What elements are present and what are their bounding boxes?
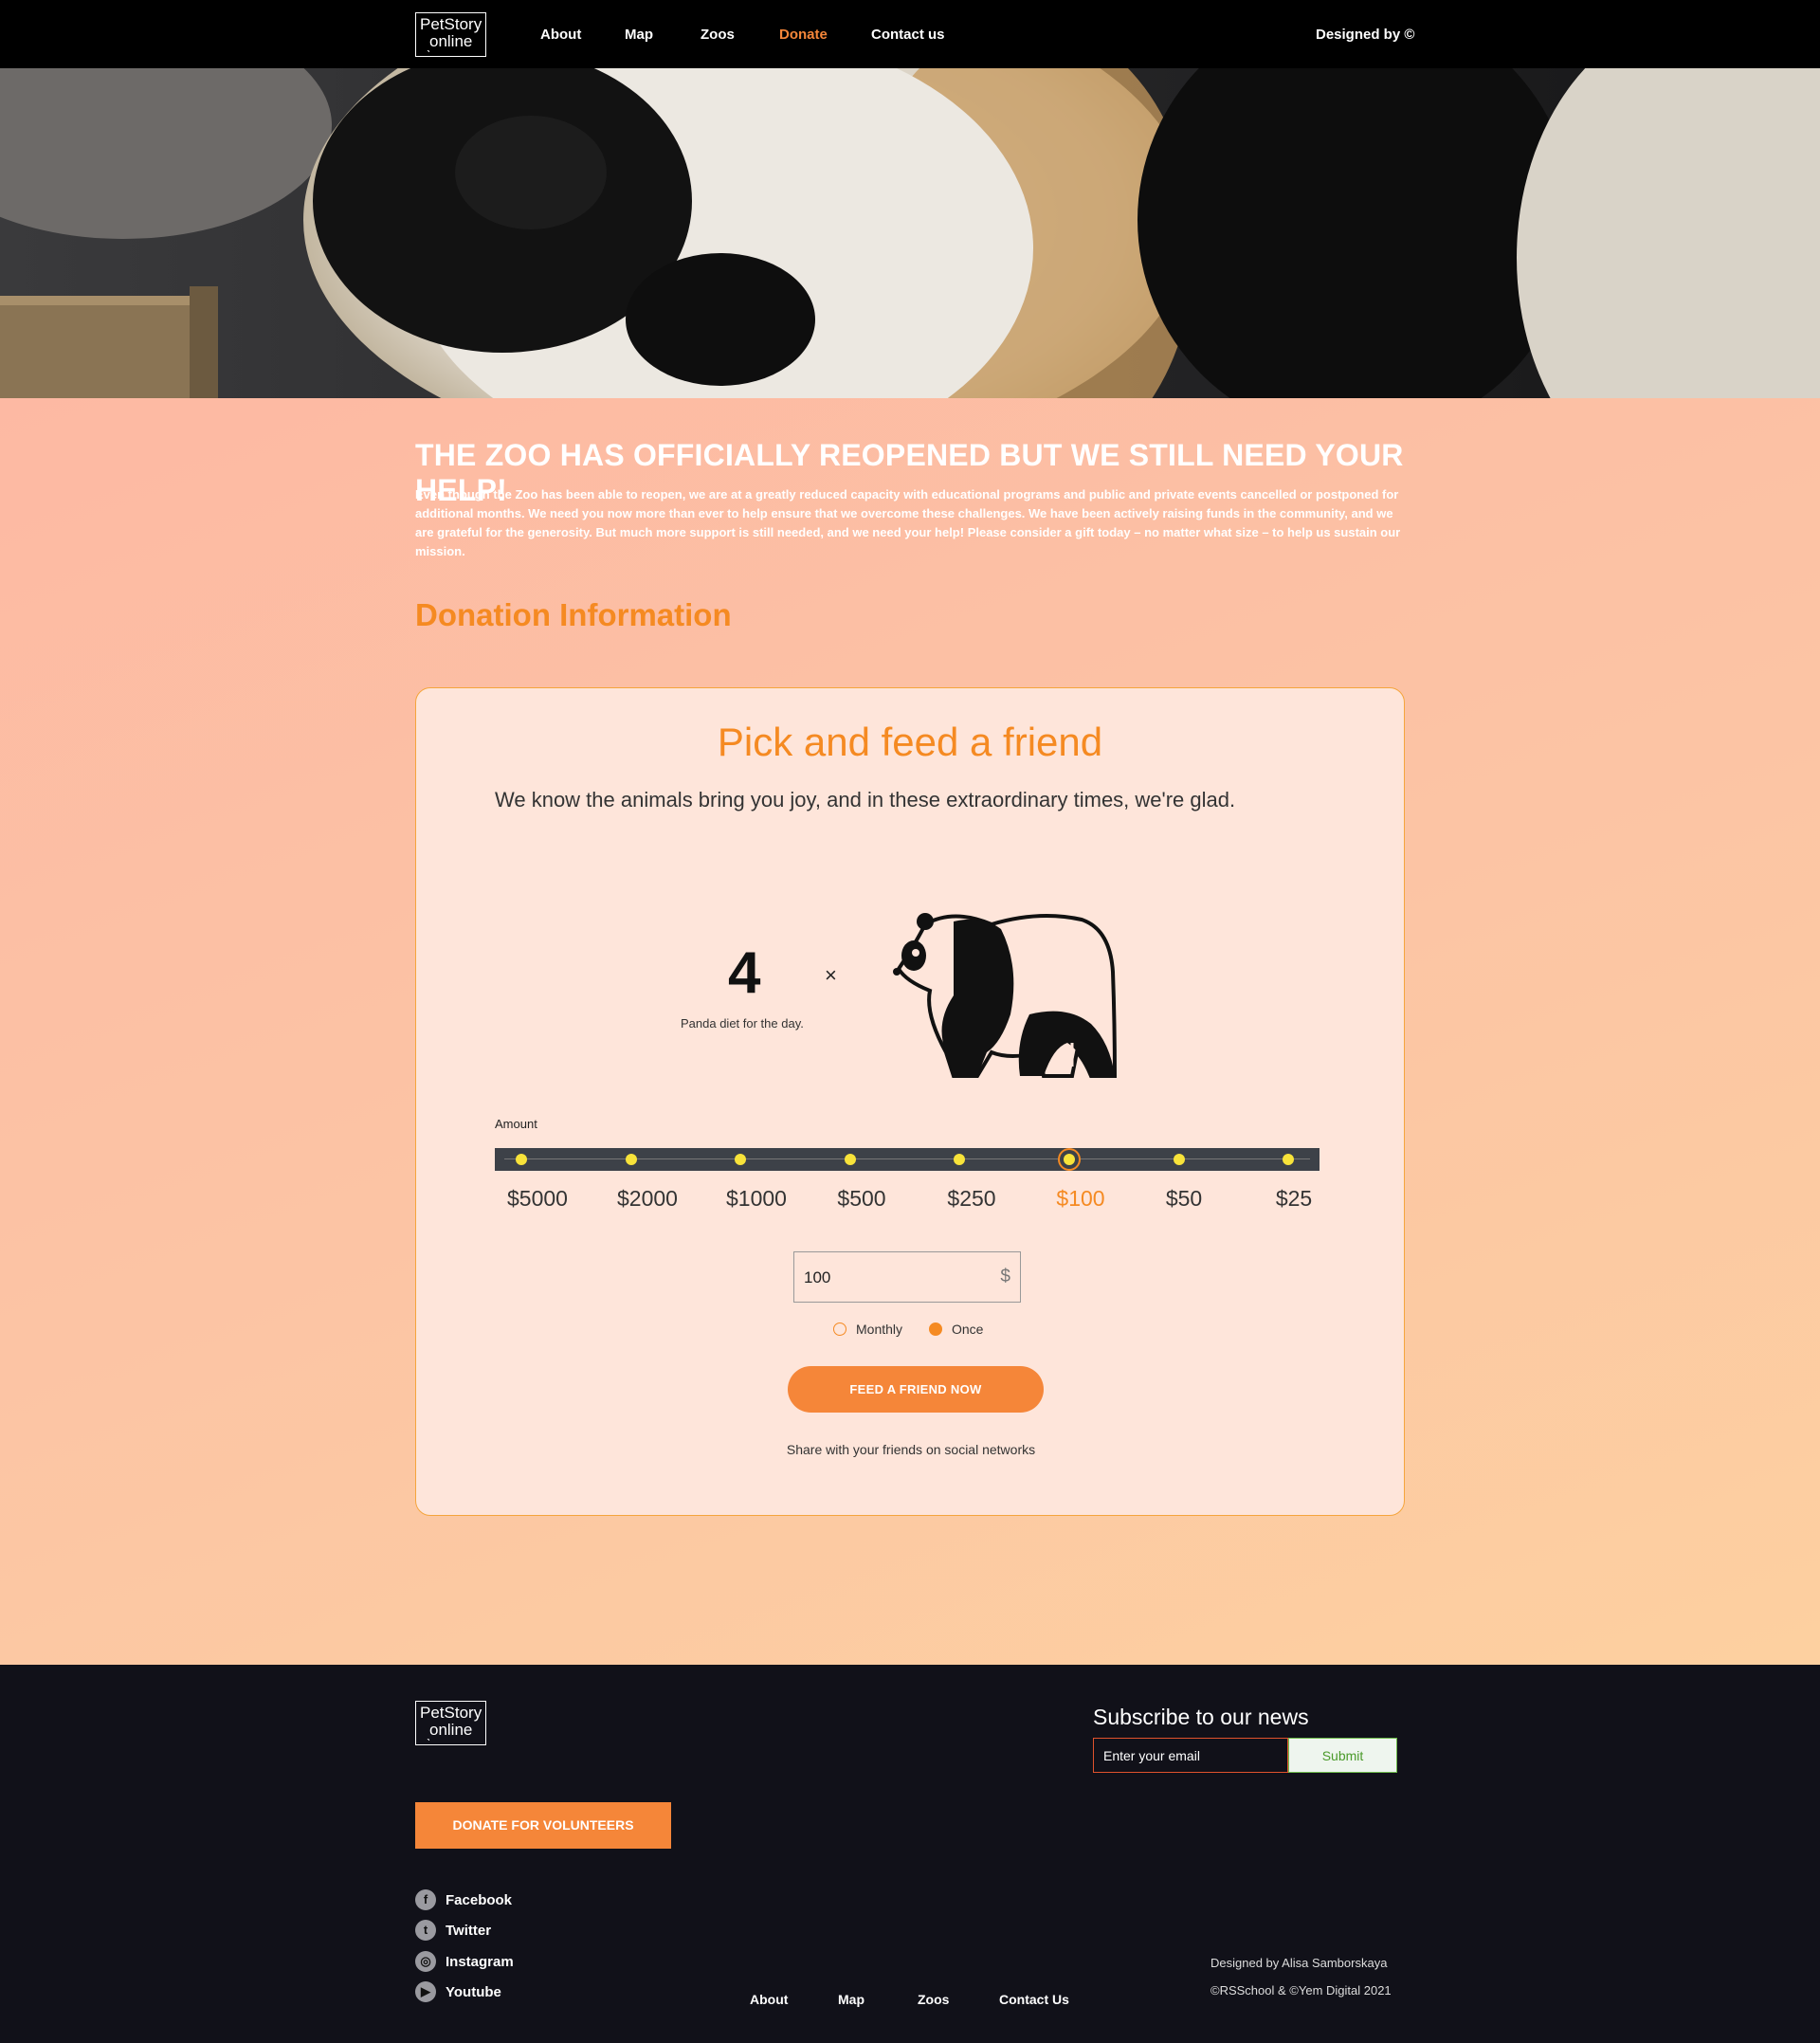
slider-dot-2000[interactable]	[626, 1154, 637, 1165]
social-instagram[interactable]: ◎ Instagram	[415, 1951, 514, 1972]
currency-icon: $	[1000, 1267, 1010, 1286]
paw-icon: ˎ	[427, 37, 431, 52]
slider-dot-1000[interactable]	[735, 1154, 746, 1165]
footer-nav-map[interactable]: Map	[838, 1992, 864, 2007]
copyright: ©RSSchool & ©Yem Digital 2021	[1210, 1983, 1392, 1997]
nav-about[interactable]: About	[540, 27, 581, 43]
amount-slider[interactable]	[495, 1148, 1320, 1171]
amount-option-50[interactable]: $50	[1166, 1186, 1202, 1212]
instagram-icon: ◎	[415, 1951, 436, 1972]
footer-nav-about[interactable]: About	[750, 1992, 788, 2007]
donation-card: Pick and feed a friend We know the anima…	[415, 687, 1405, 1516]
nav-map[interactable]: Map	[625, 27, 653, 43]
footer-nav-contact[interactable]: Contact Us	[999, 1992, 1069, 2007]
amount-option-1000[interactable]: $1000	[726, 1186, 787, 1212]
social-youtube-label: Youtube	[446, 1983, 501, 2000]
social-twitter-label: Twitter	[446, 1922, 492, 1939]
facebook-icon: f	[415, 1889, 436, 1910]
frequency-once[interactable]: Once	[929, 1322, 983, 1337]
amount-input-value: 100	[804, 1268, 831, 1286]
intro-text: Even though the Zoo has been able to reo…	[415, 487, 1401, 558]
diet-count: 4	[728, 940, 761, 1006]
frequency-monthly-label: Monthly	[856, 1322, 903, 1337]
youtube-icon: ▶	[415, 1981, 436, 2002]
twitter-icon: t	[415, 1920, 436, 1941]
social-facebook[interactable]: f Facebook	[415, 1889, 512, 1910]
nav-donate[interactable]: Donate	[779, 27, 828, 43]
slider-dot-25[interactable]	[1283, 1154, 1294, 1165]
designer-credit: Designed by Alisa Samborskaya	[1210, 1956, 1388, 1970]
amount-label: Amount	[495, 1117, 537, 1131]
donation-info-title: Donation Information	[415, 597, 732, 632]
email-field[interactable]	[1093, 1738, 1288, 1773]
footer-logo-line1: PetStory	[420, 1704, 482, 1722]
subscribe-title: Subscribe to our news	[1093, 1705, 1309, 1729]
donate-section: THE ZOO HAS OFFICIALLY REOPENED BUT WE S…	[0, 398, 1820, 1665]
slider-dot-5000[interactable]	[516, 1154, 527, 1165]
amount-option-25[interactable]: $25	[1276, 1186, 1312, 1212]
frequency-once-label: Once	[952, 1322, 984, 1337]
submit-button[interactable]: Submit	[1288, 1738, 1397, 1773]
amount-option-500[interactable]: $500	[837, 1186, 885, 1212]
designed-by: Designed by ©	[1316, 27, 1415, 43]
slider-dot-500[interactable]	[845, 1154, 856, 1165]
slider-dot-250[interactable]	[954, 1154, 965, 1165]
site-footer: PetStory online ˎ DONATE FOR VOLUNTEERS …	[0, 1665, 1820, 2043]
nav-contact[interactable]: Contact us	[871, 27, 945, 43]
amount-input[interactable]: 100 $	[793, 1251, 1021, 1303]
slider-dot-50[interactable]	[1174, 1154, 1185, 1165]
amount-option-100[interactable]: $100	[1056, 1186, 1104, 1212]
card-title: Pick and feed a friend	[717, 720, 1103, 764]
amount-option-250[interactable]: $250	[947, 1186, 995, 1212]
amount-option-5000[interactable]: $5000	[507, 1186, 568, 1212]
amount-option-2000[interactable]: $2000	[617, 1186, 678, 1212]
feed-friend-button[interactable]: FEED A FRIEND NOW	[788, 1366, 1044, 1413]
logo[interactable]: PetStory online ˎ	[415, 12, 486, 57]
panda-icon	[893, 913, 1118, 1078]
social-twitter[interactable]: t Twitter	[415, 1920, 491, 1941]
share-text: Share with your friends on social networ…	[786, 1442, 1036, 1457]
diet-caption: Panda diet for the day.	[681, 1016, 804, 1031]
social-facebook-label: Facebook	[446, 1891, 513, 1908]
social-instagram-label: Instagram	[446, 1953, 514, 1970]
footer-logo[interactable]: PetStory online ˎ	[415, 1701, 486, 1745]
paw-icon: ˎ	[427, 1725, 431, 1741]
nav-zoos[interactable]: Zoos	[701, 27, 735, 43]
donate-volunteers-button[interactable]: DONATE FOR VOLUNTEERS	[415, 1802, 671, 1849]
slider-dot-100[interactable]	[1064, 1154, 1075, 1165]
times-icon: ×	[825, 963, 837, 987]
radio-monthly[interactable]	[833, 1322, 846, 1336]
panda-photo	[0, 68, 1820, 398]
site-header: PetStory online ˎ About Map Zoos Donate …	[0, 0, 1820, 68]
footer-nav-zoos[interactable]: Zoos	[918, 1992, 949, 2007]
logo-line1: PetStory	[420, 15, 482, 33]
social-youtube[interactable]: ▶ Youtube	[415, 1981, 501, 2002]
hero-image	[0, 68, 1820, 398]
frequency-monthly[interactable]: Monthly	[833, 1322, 902, 1337]
radio-once[interactable]	[929, 1322, 942, 1336]
card-subtitle: We know the animals bring you joy, and i…	[495, 788, 1236, 812]
